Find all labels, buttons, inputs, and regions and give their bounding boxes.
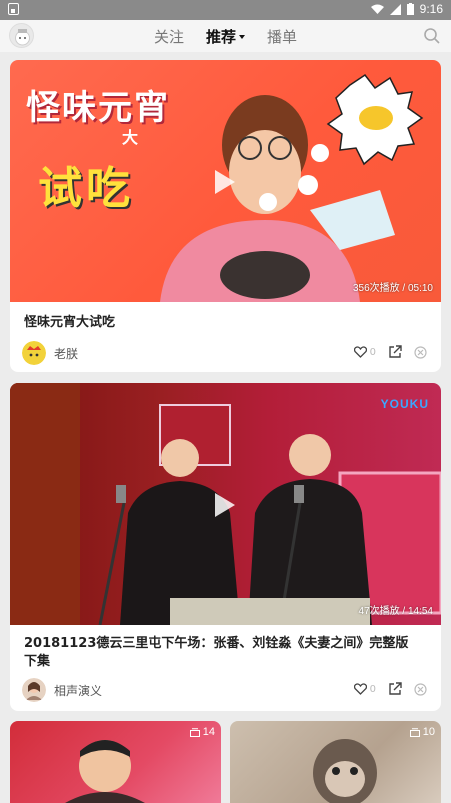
playlist-count-value: 10 [422, 726, 435, 738]
thumbnail-text-main: 怪味元宵 [26, 88, 170, 128]
video-thumbnail[interactable]: 怪味元宵 大 试吃 356次播放 / 05:10 [10, 60, 441, 302]
play-icon[interactable] [215, 493, 235, 517]
battery-icon [406, 3, 414, 15]
video-thumbnail[interactable]: YOUKU 47次播放 / 14:54 [10, 383, 441, 625]
video-title[interactable]: 怪味元宵大试吃 [10, 314, 129, 332]
tab-recommended-label: 推荐 [205, 27, 236, 46]
tab-playlists[interactable]: 播单 [267, 26, 297, 47]
play-meta: 47次播放 / 14:54 [358, 606, 433, 617]
heart-icon [353, 683, 367, 695]
dismiss-icon[interactable] [414, 345, 427, 359]
status-bar: 9:16 [0, 0, 451, 20]
like-count: 0 [369, 346, 376, 358]
youku-logo: YOUKU [380, 397, 429, 411]
playlist-icon [409, 727, 420, 737]
card-actions: 0 [353, 345, 427, 359]
author[interactable]: 相声演义 [22, 678, 102, 702]
author-name: 相声演义 [54, 683, 103, 698]
top-nav: 关注 推荐 播单 [0, 20, 451, 52]
status-time: 9:16 [419, 2, 443, 16]
author-avatar[interactable] [22, 341, 46, 365]
share-icon[interactable] [388, 682, 402, 696]
notification-icon [8, 3, 19, 15]
playlist-count: 14 [189, 726, 215, 738]
video-card[interactable]: 怪味元宵 大 试吃 356次播放 / 05:10 怪味元宵大试吃 老朕 0 [10, 60, 441, 372]
play-meta: 356次播放 / 05:10 [352, 283, 433, 294]
thumbnail-text-small: 大 [122, 128, 139, 147]
thumbnail-text-sub: 试吃 [38, 163, 134, 214]
tab-recommended[interactable]: 推荐 [206, 26, 245, 47]
video-card[interactable]: YOUKU 47次播放 / 14:54 20181123德云三里屯下午场：张番、… [10, 383, 441, 711]
signal-icon [389, 3, 401, 15]
dismiss-icon[interactable] [414, 682, 427, 696]
caret-down-icon [239, 35, 245, 39]
wifi-icon [370, 4, 384, 14]
author-avatar[interactable] [22, 678, 46, 702]
author[interactable]: 老朕 [22, 341, 78, 365]
like-count: 0 [369, 683, 376, 695]
video-title[interactable]: 20181123德云三里屯下午场：张番、刘铨淼《夫妻之间》完整版下集 [10, 635, 429, 671]
playlist-count-value: 14 [202, 726, 215, 738]
status-icons: 9:16 [370, 2, 443, 16]
author-name: 老朕 [54, 346, 79, 361]
playlist-card[interactable]: 14 [10, 721, 221, 803]
like-button[interactable]: 0 [353, 683, 376, 695]
heart-icon [353, 346, 367, 358]
tab-bar: 关注 推荐 播单 [0, 20, 451, 52]
playlist-card[interactable]: 10 [230, 721, 441, 803]
play-icon[interactable] [215, 170, 235, 194]
share-icon[interactable] [388, 345, 402, 359]
search-icon[interactable] [423, 27, 441, 45]
tab-follow[interactable]: 关注 [154, 26, 184, 47]
playlist-count: 10 [409, 726, 435, 738]
playlist-icon [189, 727, 200, 737]
like-button[interactable]: 0 [353, 346, 376, 358]
card-actions: 0 [353, 682, 427, 696]
